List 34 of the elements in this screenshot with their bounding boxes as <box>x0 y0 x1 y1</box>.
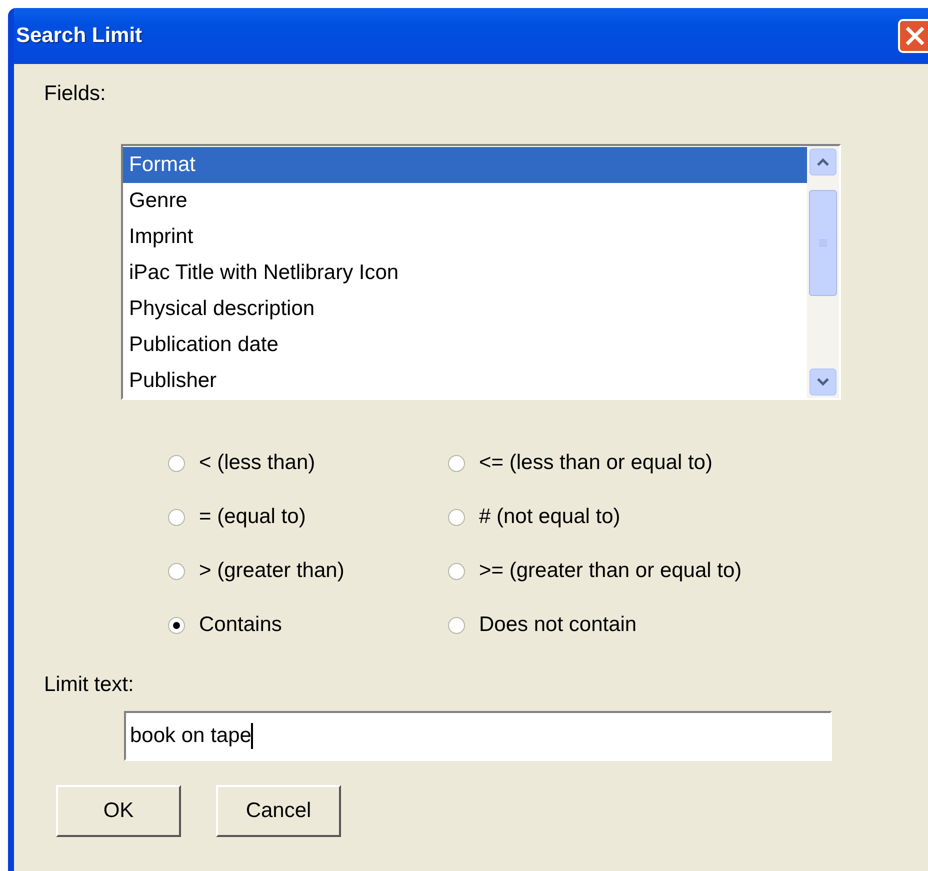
limit-text-field[interactable]: book on tape <box>124 711 832 761</box>
scroll-thumb[interactable] <box>809 190 837 296</box>
radio-button[interactable] <box>168 454 185 472</box>
radio-button[interactable] <box>168 616 185 634</box>
list-item[interactable]: Publisher <box>123 363 807 399</box>
radio-option[interactable]: > (greater than) <box>168 553 448 589</box>
radio-option[interactable]: # (not equal to) <box>448 499 828 535</box>
radio-option[interactable]: <= (less than or equal to) <box>448 445 828 481</box>
radio-button[interactable] <box>448 508 465 526</box>
scroll-up-icon[interactable] <box>809 148 837 176</box>
window-title: Search Limit <box>16 24 142 48</box>
list-item[interactable]: iPac Title with Netlibrary Icon <box>123 255 807 291</box>
list-item[interactable]: Genre <box>123 183 807 219</box>
list-item[interactable]: Imprint <box>123 219 807 255</box>
radio-option[interactable]: Does not contain <box>448 607 828 643</box>
radio-option[interactable]: Contains <box>168 607 448 643</box>
cancel-button[interactable]: Cancel <box>216 785 341 837</box>
radio-button[interactable] <box>168 562 185 580</box>
list-item[interactable]: Format <box>123 147 807 183</box>
close-icon[interactable] <box>898 19 928 53</box>
list-item[interactable]: Publication date <box>123 327 807 363</box>
scrollbar[interactable] <box>807 146 839 398</box>
fields-label: Fields: <box>44 82 107 106</box>
radio-option[interactable]: < (less than) <box>168 445 448 481</box>
radio-button[interactable] <box>448 616 465 634</box>
radio-option[interactable]: = (equal to) <box>168 499 448 535</box>
ok-button[interactable]: OK <box>56 785 181 837</box>
radio-option[interactable]: >= (greater than or equal to) <box>448 553 828 589</box>
radio-button[interactable] <box>168 508 185 526</box>
radio-button[interactable] <box>448 562 465 580</box>
radio-button[interactable] <box>448 454 465 472</box>
list-item[interactable]: Physical description <box>123 291 807 327</box>
limit-text-label: Limit text: <box>44 673 135 697</box>
scroll-down-icon[interactable] <box>809 368 837 396</box>
